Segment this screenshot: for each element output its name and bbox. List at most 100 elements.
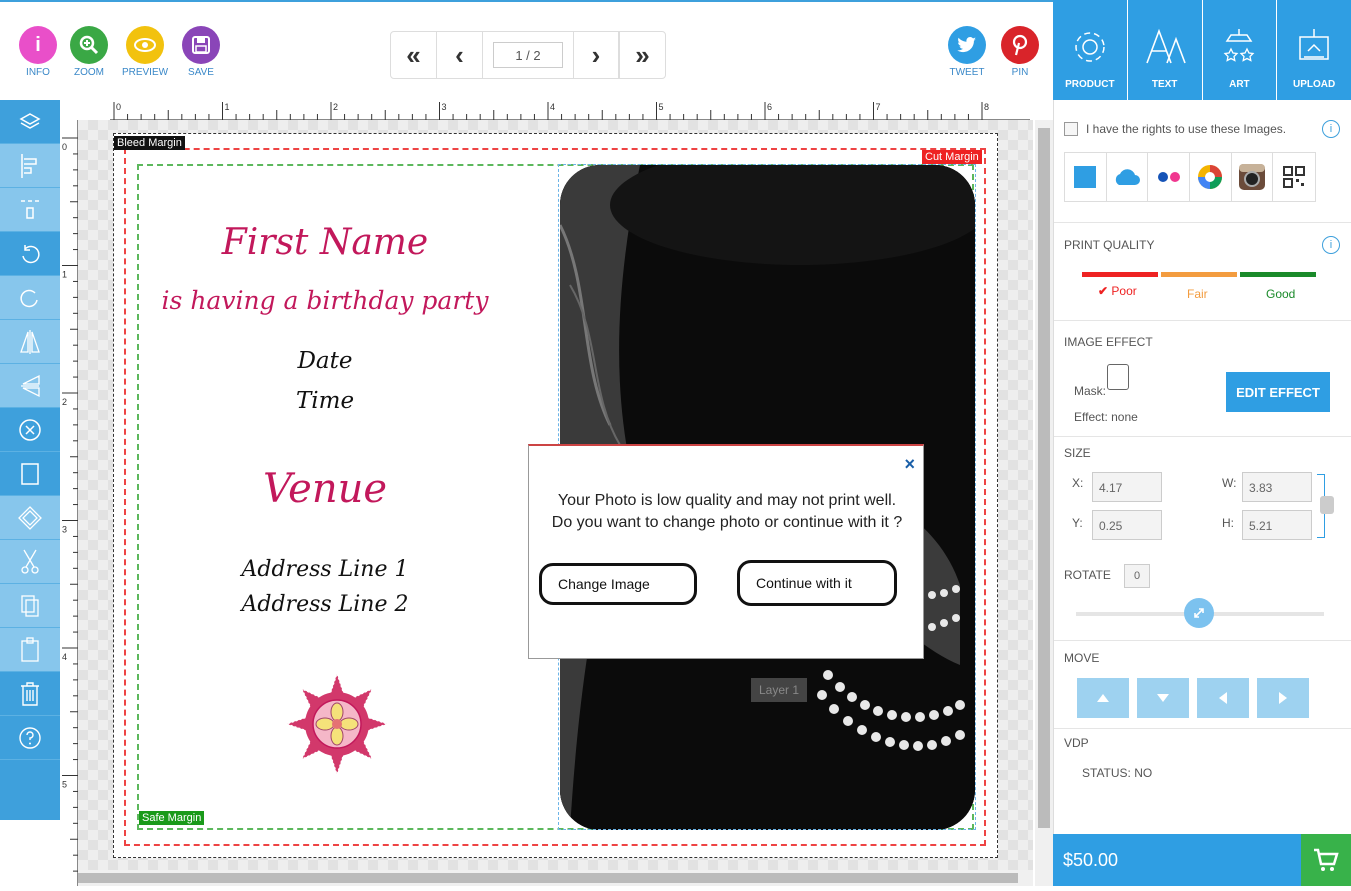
distribute-button[interactable] [0, 188, 60, 232]
image-source-local[interactable] [1065, 153, 1107, 201]
tab-product[interactable]: PRODUCT [1053, 0, 1127, 100]
move-down-button[interactable] [1137, 678, 1189, 718]
save-button[interactable]: SAVE [181, 26, 221, 78]
vdp-status: STATUS: NO [1082, 766, 1153, 780]
image-source-flickr[interactable] [1148, 153, 1191, 201]
shape-button[interactable] [0, 496, 60, 540]
tab-text[interactable]: TEXT [1126, 0, 1202, 100]
pin-button[interactable]: PIN [1000, 26, 1040, 78]
move-left-button[interactable] [1197, 678, 1249, 718]
birthday-text[interactable]: is having a birthday party [160, 286, 490, 315]
change-image-button[interactable]: Change Image [539, 563, 697, 605]
x-input[interactable]: 4.17 [1092, 472, 1162, 502]
move-up-button[interactable] [1077, 678, 1129, 718]
ruler-label: 5 [659, 102, 664, 112]
ruler-label: 4 [62, 652, 67, 662]
info-button[interactable]: i INFO [18, 26, 58, 78]
redo-button[interactable] [0, 276, 60, 320]
divider [1054, 728, 1351, 729]
scroll-thumb[interactable] [1038, 128, 1050, 828]
flower-clipart[interactable] [285, 672, 389, 776]
paste-button[interactable] [0, 628, 60, 672]
upload-icon [1299, 29, 1329, 60]
close-circle-icon [19, 418, 41, 441]
mask-box[interactable] [1107, 364, 1129, 390]
cut-button[interactable] [0, 540, 60, 584]
arrow-up-icon [1097, 694, 1109, 702]
image-source-instagram[interactable] [1232, 153, 1274, 201]
zoom-button[interactable]: ZOOM [69, 26, 109, 78]
pinterest-icon [1001, 26, 1039, 64]
tweet-button[interactable]: TWEET [947, 26, 987, 78]
quality-good-label: Good [1266, 287, 1296, 301]
first-page-button[interactable]: « [391, 32, 437, 78]
layers-button[interactable] [0, 100, 60, 144]
quality-bar-poor [1082, 272, 1158, 277]
properties-panel: I have the rights to use these Images. i… [1053, 100, 1351, 834]
tab-upload[interactable]: UPLOAD [1276, 0, 1351, 100]
w-label: W: [1222, 476, 1237, 490]
first-name-text[interactable]: First Name [160, 222, 490, 263]
clipboard-icon [21, 636, 39, 662]
layer-label: Layer 1 [751, 678, 807, 702]
image-source-cloud[interactable] [1107, 153, 1149, 201]
add-to-cart-button[interactable] [1301, 834, 1351, 886]
info-icon[interactable]: i [1322, 120, 1340, 138]
quality-poor-label: ✔ Poor [1098, 284, 1137, 298]
delete-button[interactable] [0, 672, 60, 716]
gear-icon [1075, 32, 1105, 62]
help-button[interactable] [0, 716, 60, 760]
y-input[interactable]: 0.25 [1092, 510, 1162, 540]
help-icon [19, 726, 41, 749]
align-left-button[interactable] [0, 144, 60, 188]
flip-vertical-button[interactable] [0, 364, 60, 408]
deselect-button[interactable] [0, 408, 60, 452]
rights-checkbox[interactable] [1064, 122, 1078, 136]
prev-page-button[interactable]: ‹ [437, 32, 483, 78]
date-text[interactable]: Date [240, 348, 410, 374]
w-input[interactable]: 3.83 [1242, 472, 1312, 502]
time-text[interactable]: Time [240, 388, 410, 414]
venue-text[interactable]: Venue [220, 466, 430, 512]
art-icon [1223, 29, 1255, 62]
h-input[interactable]: 5.21 [1242, 510, 1312, 540]
horizontal-scrollbar[interactable] [78, 870, 1033, 886]
scroll-thumb[interactable] [78, 873, 1018, 883]
bleed-margin-label: Bleed Margin [114, 136, 185, 150]
rotate-slider-handle[interactable] [1184, 598, 1214, 628]
ruler-label: 5 [62, 780, 67, 790]
scissors-icon [21, 549, 39, 574]
vertical-scrollbar[interactable] [1035, 120, 1053, 886]
last-page-button[interactable]: » [619, 32, 665, 78]
quality-fair-label: Fair [1187, 287, 1208, 301]
bring-front-button[interactable] [0, 452, 60, 496]
continue-button[interactable]: Continue with it [737, 560, 897, 606]
image-source-qr[interactable] [1273, 153, 1315, 201]
image-source-picasa[interactable] [1190, 153, 1232, 201]
edit-effect-button[interactable]: EDIT EFFECT [1226, 372, 1330, 412]
zoom-icon [70, 26, 108, 64]
copy-icon [21, 594, 39, 617]
text-icon [1145, 28, 1186, 64]
info-icon[interactable]: i [1322, 236, 1340, 254]
copy-button[interactable] [0, 584, 60, 628]
close-icon[interactable]: × [904, 454, 915, 475]
undo-button[interactable] [0, 232, 60, 276]
ruler-label: 6 [767, 102, 772, 112]
page-number-field[interactable]: 1 / 2 [493, 42, 563, 68]
lock-icon[interactable] [1320, 496, 1334, 514]
rotate-input[interactable]: 0 [1124, 564, 1150, 588]
layer-front-icon [21, 462, 39, 485]
price-label: $50.00 [1063, 850, 1119, 870]
address-line-1-text[interactable]: Address Line 1 [200, 557, 450, 582]
rotate-heading: ROTATE [1064, 568, 1111, 582]
arrow-down-icon [1157, 694, 1169, 702]
move-right-button[interactable] [1257, 678, 1309, 718]
flip-horizontal-button[interactable] [0, 320, 60, 364]
preview-button[interactable]: PREVIEW [122, 26, 168, 78]
next-page-button[interactable]: › [573, 32, 619, 78]
address-line-2-text[interactable]: Address Line 2 [200, 592, 450, 617]
tab-art[interactable]: ART [1201, 0, 1277, 100]
ruler-label: 8 [984, 102, 989, 112]
eye-icon [126, 26, 164, 64]
